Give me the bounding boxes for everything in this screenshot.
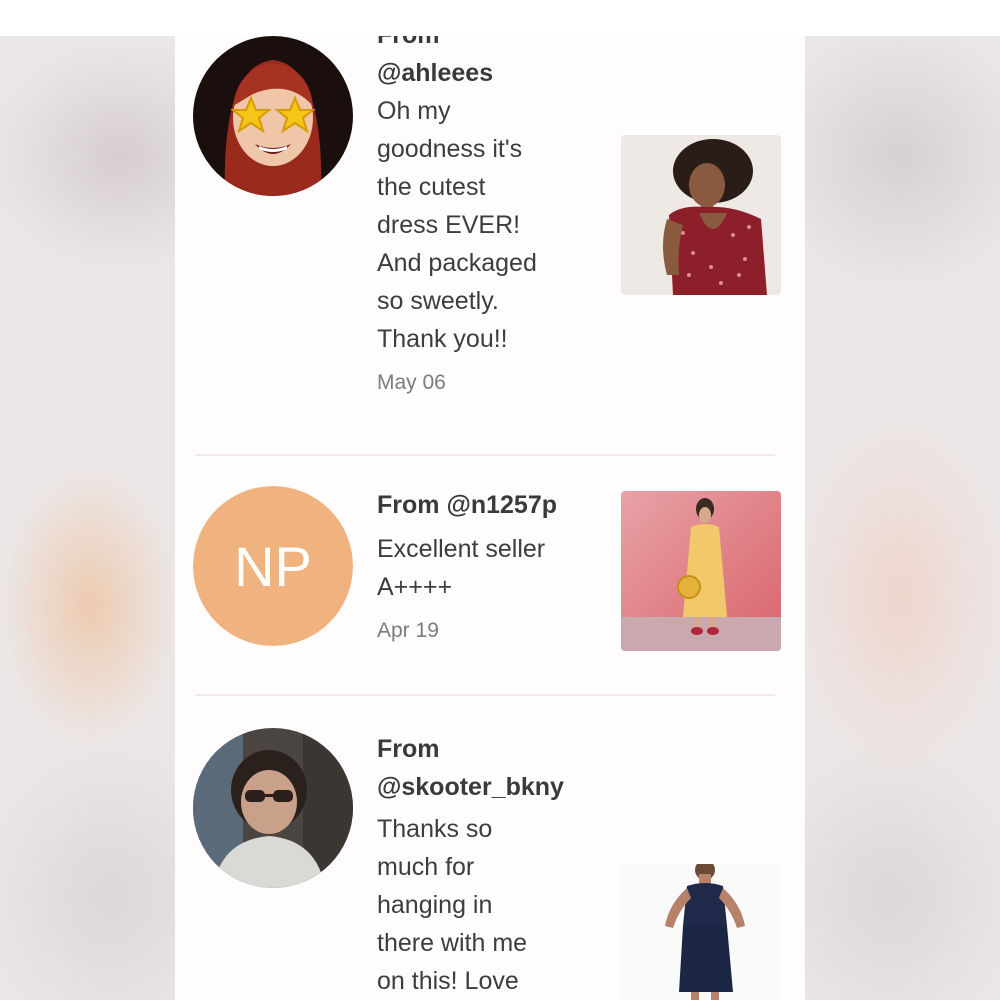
review-text: From @ahleees Oh my goodness it's the cu… xyxy=(377,36,607,402)
review-message-line: Oh my xyxy=(377,97,451,125)
reviewer-handle[interactable]: @skooter_bkny xyxy=(377,768,607,806)
initials-avatar: NP xyxy=(193,486,353,646)
profile-photo-icon xyxy=(193,728,353,888)
red-dress-photo-icon xyxy=(621,135,781,295)
review-date: May 06 xyxy=(377,371,446,394)
review-message-line: And packaged xyxy=(377,249,537,277)
from-label: From xyxy=(377,735,440,763)
yellow-dress-photo-icon xyxy=(621,491,781,651)
review-message-line: much for xyxy=(377,853,475,881)
review-message-line: dress EVER! xyxy=(377,211,521,239)
review-message-line: A++++ xyxy=(377,573,453,601)
item-thumbnail[interactable] xyxy=(621,491,781,651)
review-text: From @n1257p Excellent seller A++++ Apr … xyxy=(377,486,617,650)
from-label: From xyxy=(377,491,440,519)
review-message-line: goodness it's xyxy=(377,135,523,163)
reviewer-handle[interactable]: From @n1257p xyxy=(377,486,617,524)
from-label: From xyxy=(377,36,607,50)
navy-dress-photo-icon xyxy=(621,864,781,1000)
review-text: From @skooter_bkny Thanks so much for ha… xyxy=(377,730,607,1000)
reviewer-avatar[interactable]: NP xyxy=(193,486,353,646)
review-message-line: Thank you!! xyxy=(377,325,508,353)
review-message-line: Thanks so xyxy=(377,815,493,843)
bitmoji-avatar-icon xyxy=(193,36,353,196)
reviews-list[interactable]: From @ahleees Oh my goodness it's the cu… xyxy=(175,36,805,1000)
reviewer-handle[interactable]: @ahleees xyxy=(377,54,607,92)
item-thumbnail[interactable] xyxy=(621,135,781,295)
review-date: Apr 19 xyxy=(377,619,439,642)
reviewer-avatar[interactable] xyxy=(193,728,353,888)
divider xyxy=(195,454,775,456)
review-message-line: hanging in xyxy=(377,891,493,919)
divider xyxy=(195,694,775,696)
reviewer-avatar[interactable] xyxy=(193,36,353,196)
handle-text: @n1257p xyxy=(446,491,557,519)
review-message-line: Excellent seller xyxy=(377,535,546,563)
review-message-line: there with me xyxy=(377,929,528,957)
review-message-line: so sweetly. xyxy=(377,287,499,315)
review-message-line: the cutest xyxy=(377,173,486,201)
item-thumbnail[interactable] xyxy=(621,864,781,1000)
review-message-line: on this! Love xyxy=(377,967,519,995)
